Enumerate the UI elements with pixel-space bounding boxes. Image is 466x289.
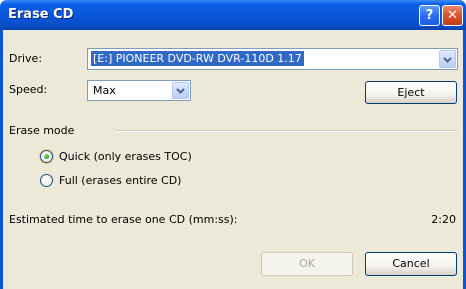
drive-dropdown-button[interactable]	[439, 50, 456, 68]
close-icon: ✕	[447, 8, 458, 23]
title-bar[interactable]: Erase CD ? ✕	[0, 0, 466, 30]
full-erase-label[interactable]: Full (erases entire CD)	[59, 174, 181, 187]
drive-label: Drive:	[9, 52, 43, 65]
estimate-label: Estimated time to erase one CD (mm:ss):	[9, 213, 238, 226]
speed-label: Speed:	[9, 83, 48, 96]
ok-button[interactable]: OK	[261, 252, 353, 276]
window-title: Erase CD	[8, 7, 74, 22]
erase-cd-dialog: Erase CD ? ✕ Drive: [E:] PIONEER DVD-RW …	[0, 0, 466, 289]
radio-selected-dot	[44, 154, 49, 159]
chevron-down-icon	[443, 57, 452, 63]
full-erase-radio[interactable]	[40, 174, 53, 187]
speed-dropdown-button[interactable]	[172, 82, 189, 99]
close-button[interactable]: ✕	[442, 5, 463, 26]
help-icon: ?	[425, 8, 434, 23]
eject-button[interactable]: Eject	[365, 81, 457, 104]
speed-select[interactable]: Max	[87, 80, 191, 101]
cancel-button[interactable]: Cancel	[365, 252, 457, 276]
drive-value: [E:] PIONEER DVD-RW DVR-110D 1.17	[91, 51, 304, 66]
erase-mode-divider	[115, 130, 458, 132]
quick-erase-radio[interactable]	[40, 150, 53, 163]
quick-erase-label[interactable]: Quick (only erases TOC)	[59, 150, 192, 163]
dialog-body: Drive: [E:] PIONEER DVD-RW DVR-110D 1.17…	[3, 30, 463, 289]
erase-mode-label: Erase mode	[9, 124, 75, 137]
chevron-down-icon	[176, 88, 185, 94]
estimate-value: 2:20	[431, 213, 456, 226]
drive-select[interactable]: [E:] PIONEER DVD-RW DVR-110D 1.17	[87, 48, 458, 70]
speed-value: Max	[93, 84, 116, 97]
help-button[interactable]: ?	[419, 5, 440, 26]
